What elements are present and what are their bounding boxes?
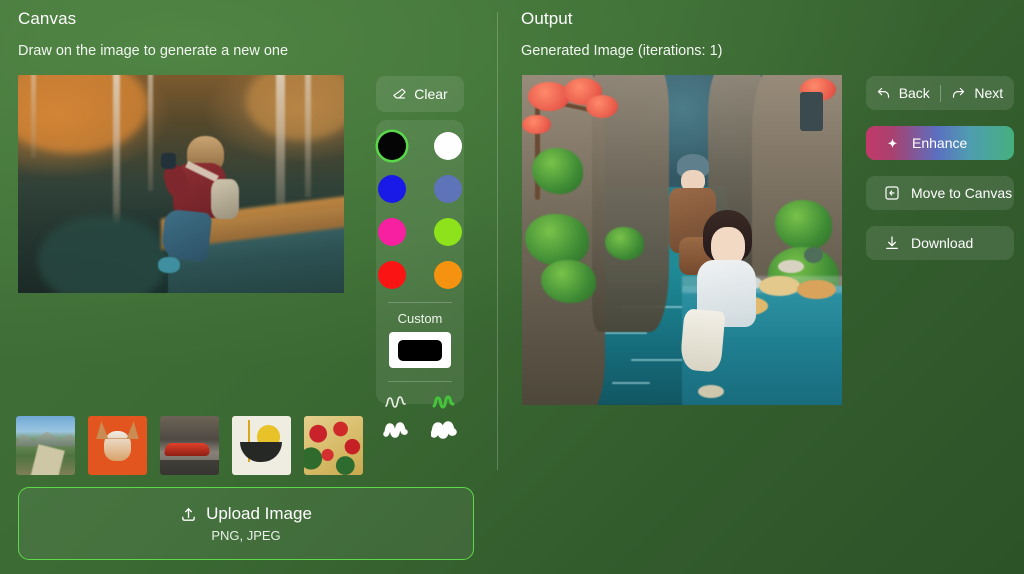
drawing-canvas[interactable] (18, 75, 344, 293)
move-to-canvas-label: Move to Canvas (911, 185, 1013, 201)
upload-main-row: Upload Image (180, 504, 312, 524)
undo-arrow-icon (876, 86, 891, 101)
download-icon (884, 235, 900, 251)
upload-label: Upload Image (206, 504, 312, 523)
color-swatch-black[interactable] (378, 132, 406, 160)
custom-color-label: Custom (397, 311, 443, 326)
custom-color-chip (398, 339, 442, 361)
color-swatch-blue[interactable] (378, 175, 406, 203)
color-swatch-red[interactable] (378, 261, 406, 289)
sparkle-icon (884, 135, 901, 152)
brush-thick[interactable] (381, 419, 411, 443)
brush-extra-thick[interactable] (429, 419, 459, 443)
thumbnail-art-stripe (247, 419, 250, 462)
color-swatch-magenta[interactable] (378, 218, 406, 246)
eraser-icon (392, 87, 407, 102)
thumbnail-pasta[interactable] (304, 416, 363, 475)
brush-size-grid (376, 391, 464, 443)
sample-image-strip (16, 416, 363, 475)
upload-image-dropzone[interactable]: Upload Image PNG, JPEG (18, 487, 474, 560)
app-root: Canvas Draw on the image to generate a n… (0, 0, 1024, 574)
canvas-panel-title: Canvas (18, 9, 77, 28)
next-button-label: Next (974, 85, 1004, 101)
redo-arrow-icon (951, 86, 966, 101)
color-palette-panel: Custom (376, 120, 464, 439)
canvas-panel-subtitle: Draw on the image to generate a new one (18, 43, 289, 59)
color-swatch-grid (376, 132, 464, 289)
color-swatch-lime[interactable] (434, 218, 462, 246)
color-swatch-slate-blue[interactable] (434, 175, 462, 203)
brush-thin[interactable] (381, 391, 411, 415)
generated-image[interactable] (522, 75, 842, 405)
back-button-label: Back (898, 85, 930, 101)
history-nav-group: Back Next (866, 76, 1014, 110)
thumbnail-abstract-sun[interactable] (232, 416, 291, 475)
clear-button-label: Clear (414, 86, 448, 102)
enhance-button[interactable]: Enhance (866, 126, 1014, 160)
enhance-button-label: Enhance (912, 135, 968, 151)
output-actions: Back Next Enhance Move to Canvas Downloa… (866, 76, 1014, 276)
brush-medium[interactable] (429, 391, 459, 415)
download-button[interactable]: Download (866, 226, 1014, 260)
panel-divider (497, 12, 498, 470)
upload-formats: PNG, JPEG (211, 528, 281, 543)
download-button-label: Download (911, 235, 974, 251)
palette-divider-2 (388, 381, 452, 382)
custom-color-picker[interactable] (389, 332, 451, 368)
generated-image-content (522, 75, 842, 405)
canvas-source-photo (18, 75, 344, 293)
output-panel-title: Output (521, 9, 573, 28)
next-button[interactable]: Next (941, 76, 1015, 110)
color-swatch-orange[interactable] (434, 261, 462, 289)
move-to-canvas-button[interactable]: Move to Canvas (866, 176, 1014, 210)
thumbnail-mountain-road[interactable] (16, 416, 75, 475)
output-panel-subtitle: Generated Image (iterations: 1) (521, 43, 723, 59)
arrow-left-box-icon (884, 185, 900, 201)
back-button[interactable]: Back (866, 76, 940, 110)
color-swatch-white[interactable] (434, 132, 462, 160)
thumbnail-corgi[interactable] (88, 416, 147, 475)
thumbnail-red-car[interactable] (160, 416, 219, 475)
palette-divider-1 (388, 302, 452, 303)
clear-button[interactable]: Clear (376, 76, 464, 112)
upload-icon (180, 506, 197, 523)
